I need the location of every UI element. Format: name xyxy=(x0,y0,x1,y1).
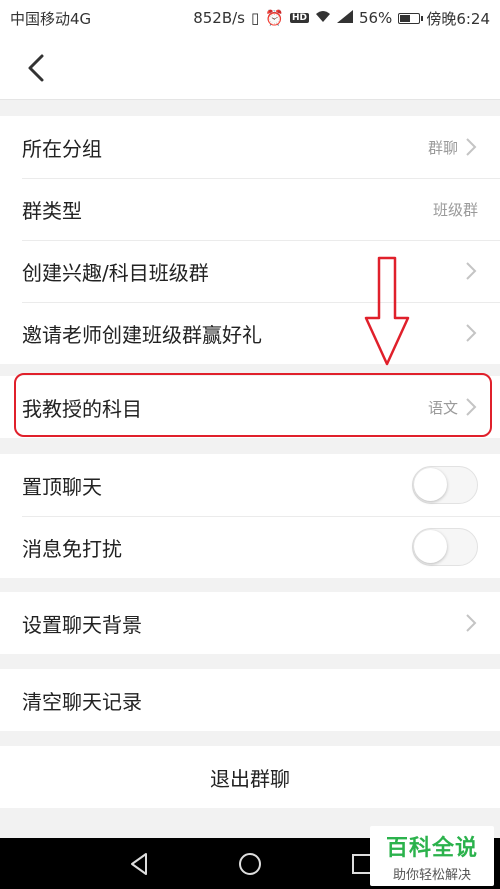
chevron-right-icon xyxy=(466,324,477,342)
row-group-label: 所在分组 xyxy=(22,136,102,161)
alarm-icon: ⏰ xyxy=(265,9,284,27)
pin-chat-toggle[interactable] xyxy=(412,466,478,504)
row-group-type: 群类型 班级群 xyxy=(0,178,500,240)
hd-badge: HD xyxy=(289,13,309,23)
row-pin-chat: 置顶聊天 xyxy=(0,454,500,516)
row-group-value: 群聊 xyxy=(427,138,458,157)
mute-toggle[interactable] xyxy=(412,528,478,566)
carrier-label: 中国移动4G xyxy=(10,9,92,28)
group-clear: 清空聊天记录 xyxy=(0,669,500,731)
row-chat-background[interactable]: 设置聊天背景 xyxy=(0,592,500,654)
battery-percent: 56% xyxy=(358,9,393,27)
watermark-title: 百科全说 xyxy=(385,836,478,861)
clock: 傍晚6:24 xyxy=(426,9,490,28)
signal-icon xyxy=(336,9,353,27)
row-invite-label: 邀请老师创建班级群赢好礼 xyxy=(22,322,262,347)
row-mute: 消息免打扰 xyxy=(0,516,500,578)
row-background-label: 设置聊天背景 xyxy=(22,612,142,637)
chevron-right-icon xyxy=(466,262,477,280)
row-group[interactable]: 所在分组 群聊 xyxy=(0,116,500,178)
group-background: 设置聊天背景 xyxy=(0,592,500,654)
exit-label: 退出群聊 xyxy=(210,766,290,791)
vibrate-icon: ▯ xyxy=(251,9,260,27)
status-right: 852B/s ▯ ⏰ HD 56% 傍晚6:24 xyxy=(193,8,490,29)
wifi-icon xyxy=(315,9,331,27)
nav-bar xyxy=(0,36,500,100)
toggle-knob xyxy=(414,468,447,501)
row-pin-label: 置顶聊天 xyxy=(22,474,102,499)
back-button[interactable] xyxy=(18,50,54,86)
chevron-right-icon xyxy=(466,398,477,416)
chevron-right-icon xyxy=(466,614,477,632)
group-subject: 我教授的科目 语文 xyxy=(0,376,500,438)
status-bar: 中国移动4G 852B/s ▯ ⏰ HD 56% 傍晚6:24 xyxy=(0,0,500,36)
row-mute-label: 消息免打扰 xyxy=(22,536,122,561)
battery-icon xyxy=(398,12,424,24)
chevron-left-icon xyxy=(28,54,44,82)
network-speed: 852B/s xyxy=(193,9,245,27)
toggle-knob xyxy=(414,530,447,563)
group-toggles: 置顶聊天 消息免打扰 xyxy=(0,454,500,578)
row-subject-value: 语文 xyxy=(427,398,458,417)
watermark-logo: 百科全说 助你轻松解决 xyxy=(370,826,494,886)
chevron-right-icon xyxy=(466,138,477,156)
row-clear-history[interactable]: 清空聊天记录 xyxy=(0,669,500,731)
row-create-class-group[interactable]: 创建兴趣/科目班级群 xyxy=(0,240,500,302)
row-group-type-label: 群类型 xyxy=(22,198,82,223)
row-clear-label: 清空聊天记录 xyxy=(22,689,142,714)
group-exit: 退出群聊 xyxy=(0,746,500,808)
row-my-subject[interactable]: 我教授的科目 语文 xyxy=(0,376,500,438)
row-subject-label: 我教授的科目 xyxy=(22,396,142,421)
watermark-subtitle: 助你轻松解决 xyxy=(392,868,471,883)
home-circle-icon[interactable] xyxy=(236,850,264,878)
exit-group-button[interactable]: 退出群聊 xyxy=(0,746,500,808)
row-group-type-value: 班级群 xyxy=(432,200,478,219)
row-create-label: 创建兴趣/科目班级群 xyxy=(22,260,209,285)
row-invite-teacher[interactable]: 邀请老师创建班级群赢好礼 xyxy=(0,302,500,364)
back-triangle-icon[interactable] xyxy=(126,850,154,878)
group-info: 所在分组 群聊 群类型 班级群 创建兴趣/科目班级群 邀请老师创建班级群赢好礼 xyxy=(0,116,500,364)
